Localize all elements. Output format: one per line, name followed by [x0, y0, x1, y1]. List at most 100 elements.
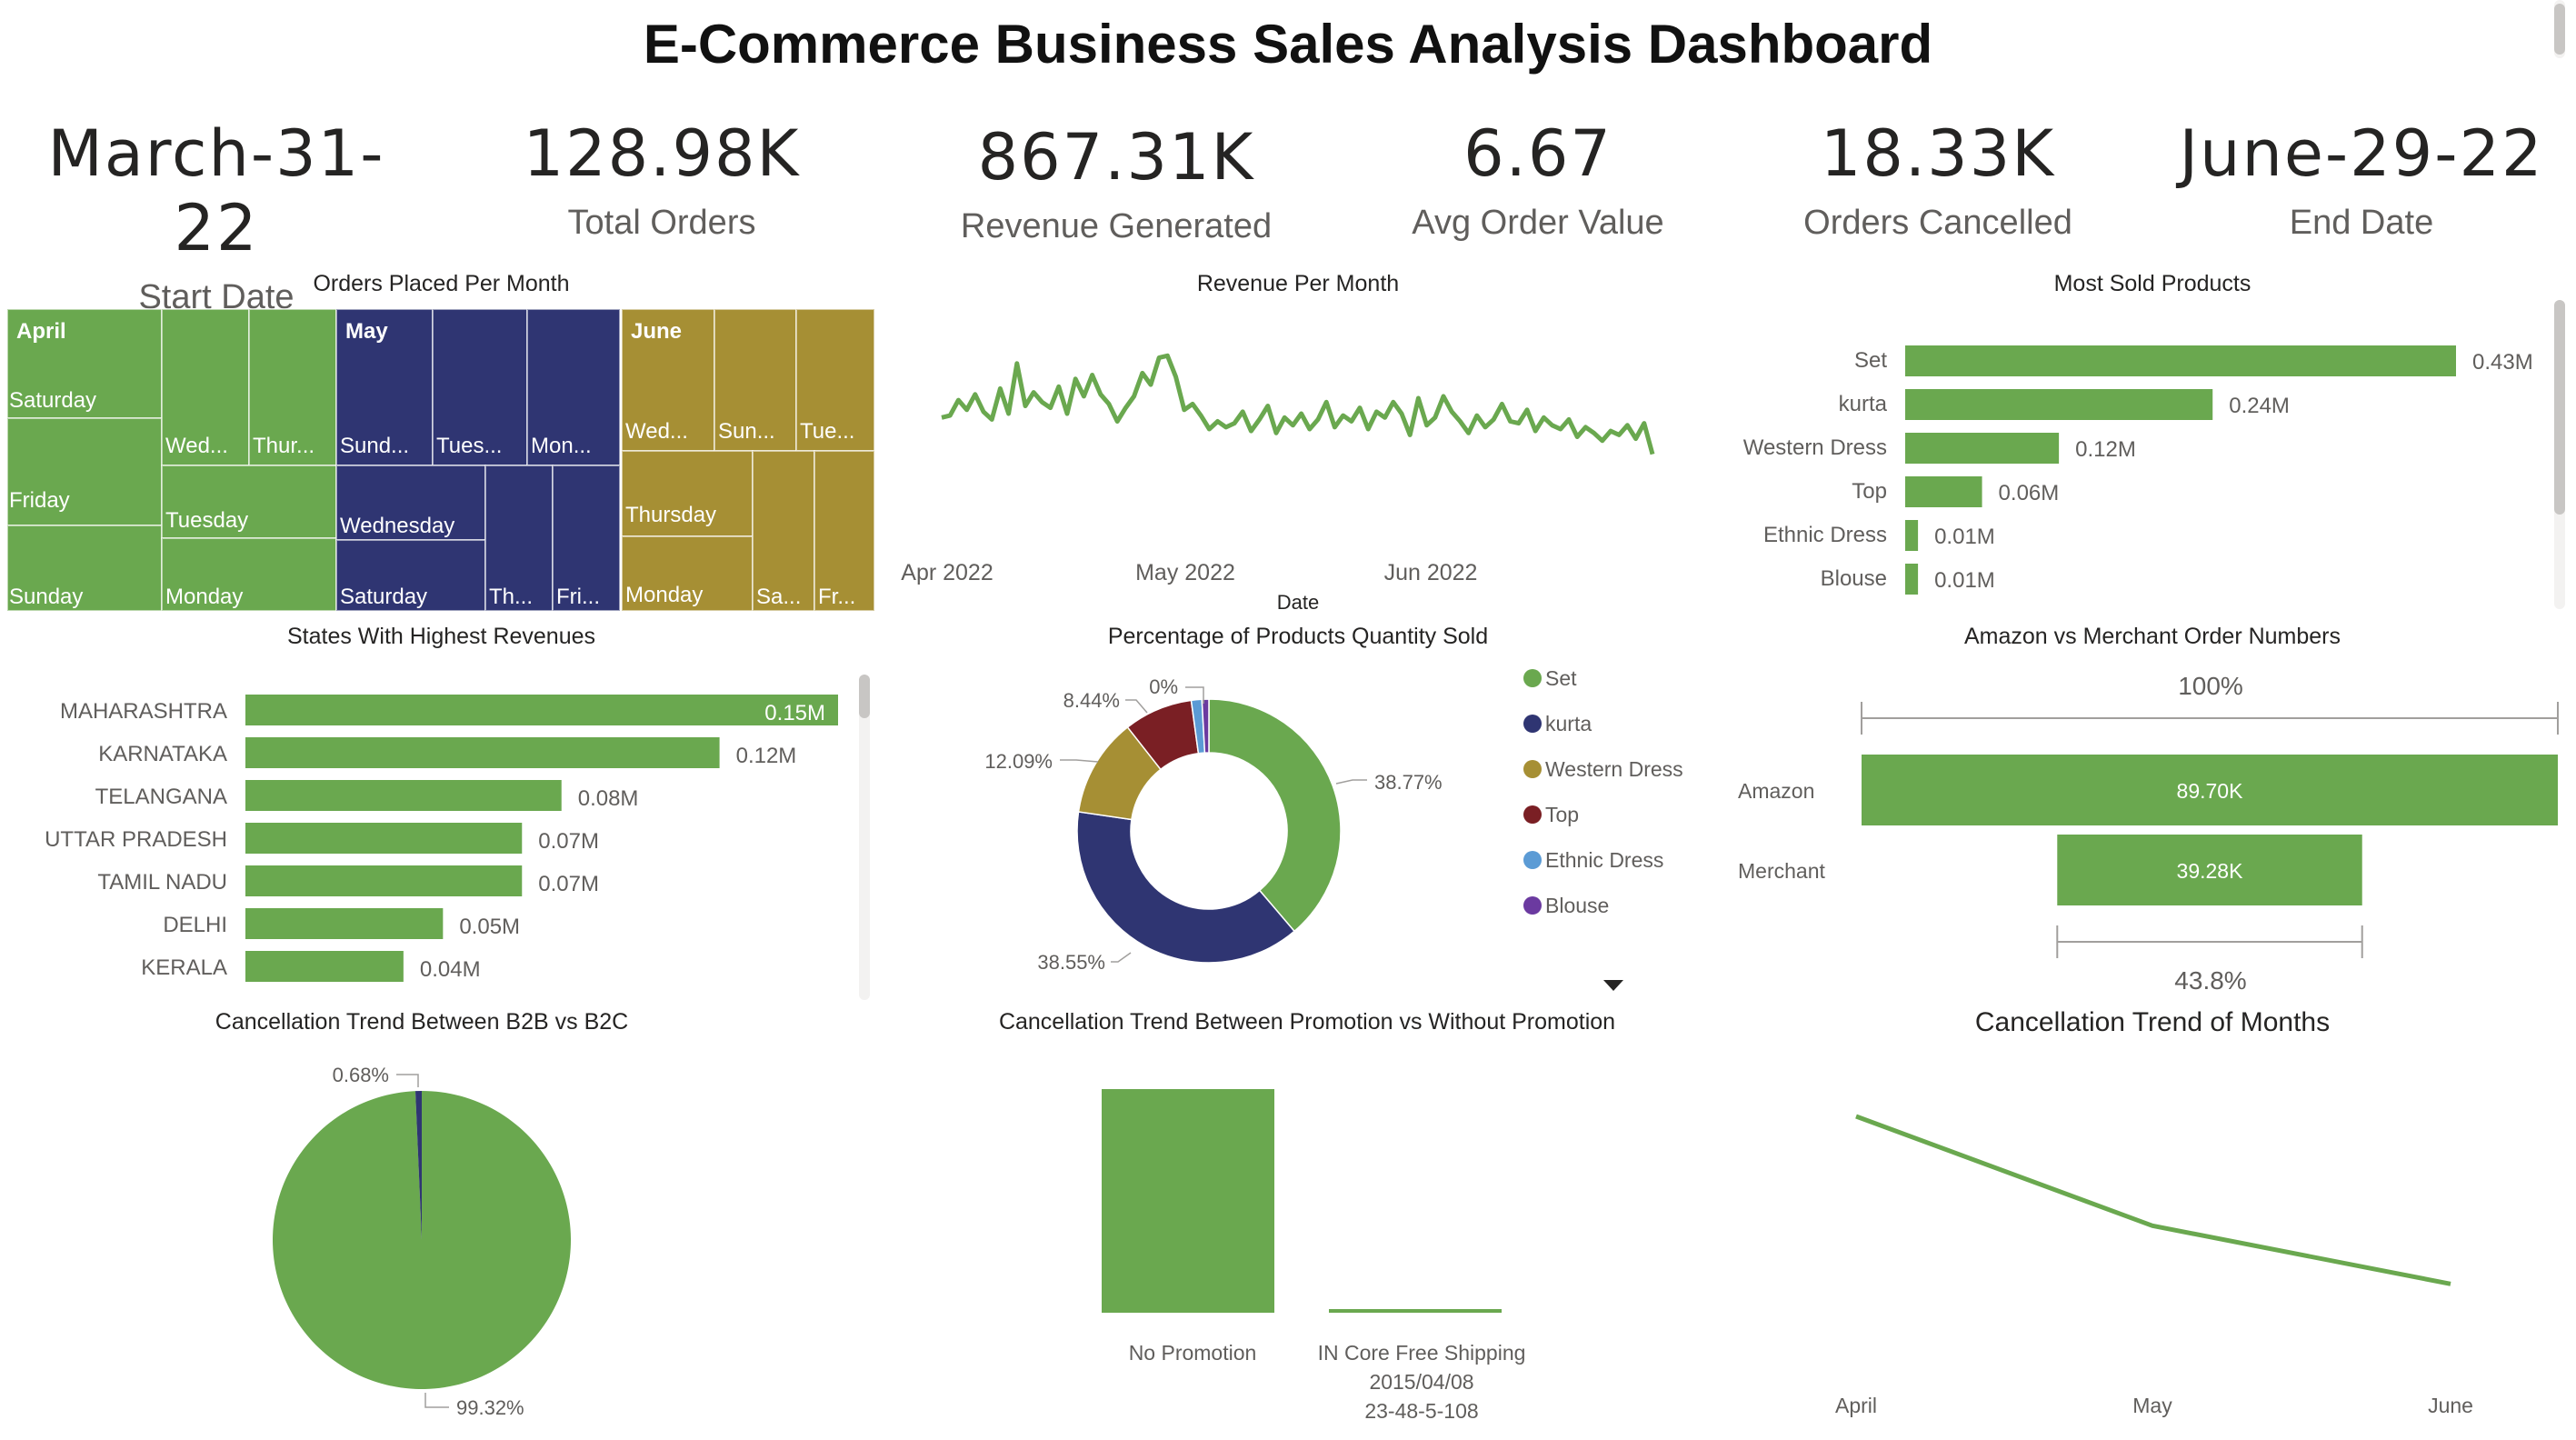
donut-leader-line — [1125, 699, 1148, 714]
months-cancellation-line — [1855, 1114, 2451, 1286]
treemap-cell-label: Sunday — [9, 585, 83, 609]
product-bar-value: 0.01M — [1934, 568, 1995, 593]
donut-legend-marker — [1523, 896, 1542, 915]
treemap-group-label: April — [16, 319, 66, 344]
product-bar-value: 0.24M — [2229, 394, 2290, 418]
legend-scroll-down-icon — [1603, 980, 1623, 991]
pie-data-label: 99.32% — [456, 1396, 524, 1419]
state-bar — [245, 865, 523, 896]
state-bar-category: KERALA — [141, 955, 227, 980]
donut-leader-line — [1111, 952, 1132, 963]
pie-slice-b2c — [273, 1091, 572, 1389]
product-bar — [1905, 433, 2060, 464]
donut-legend-marker — [1523, 851, 1542, 869]
state-bar — [245, 951, 404, 982]
product-bar-category: Blouse — [1821, 566, 1887, 591]
treemap-cell-label: Fr... — [818, 585, 855, 609]
donut-legend-marker — [1523, 715, 1542, 733]
promotion-bar — [1329, 1309, 1502, 1313]
states-scrollbar-thumb[interactable] — [859, 675, 870, 718]
promotion-category-label: 23-48-5-108 — [1364, 1399, 1478, 1423]
treemap-group-label: May — [345, 319, 388, 344]
months-x-tick: April — [1835, 1394, 1877, 1417]
pie-leader-line — [396, 1074, 419, 1087]
state-bar-category: DELHI — [163, 913, 227, 937]
product-bar-category: Top — [1852, 479, 1887, 504]
state-bar-value: 0.07M — [538, 872, 599, 896]
treemap-group-label: June — [631, 319, 682, 344]
donut-legend-marker — [1523, 760, 1542, 778]
treemap-cell-label: Tuesday — [165, 508, 248, 533]
most-sold-scrollbar[interactable] — [2554, 300, 2565, 609]
donut-leader-line — [1060, 759, 1099, 763]
donut-data-label: 38.55% — [1037, 951, 1105, 974]
donut-slice — [1076, 811, 1296, 964]
treemap-cell-label: Tue... — [800, 419, 854, 444]
product-bar-value: 0.01M — [1934, 525, 1995, 549]
donut-slice — [1208, 698, 1342, 933]
state-bar-category: KARNATAKA — [98, 742, 227, 766]
treemap-cell-label: Sa... — [756, 585, 801, 609]
treemap-cell-label: Wednesday — [340, 514, 454, 538]
treemap-cell-label: Friday — [9, 488, 70, 513]
funnel-category: Amazon — [1738, 779, 1814, 803]
product-bar-value: 0.43M — [2472, 350, 2533, 375]
treemap-cell-label: Thursday — [625, 503, 716, 527]
donut-legend-label: Ethnic Dress — [1545, 848, 1663, 872]
revenue-x-tick: Jun 2022 — [1384, 560, 1478, 585]
months-x-tick: May — [2132, 1394, 2172, 1417]
funnel-bar-value: 39.28K — [2177, 859, 2244, 883]
state-bar — [245, 780, 562, 811]
state-bar-value: 0.08M — [578, 786, 639, 811]
donut-legend-label: kurta — [1545, 712, 1592, 735]
treemap-cell-label: Monday — [165, 585, 243, 609]
treemap-cell-label: Tues... — [436, 434, 502, 458]
revenue-x-tick: Apr 2022 — [901, 560, 993, 585]
product-bar-value: 0.06M — [1999, 481, 2060, 505]
product-bar-category: kurta — [1839, 392, 1888, 416]
donut-legend-label: Top — [1545, 803, 1579, 826]
state-bar-value: 0.04M — [420, 957, 481, 982]
product-bar — [1905, 476, 1982, 507]
state-bar — [245, 737, 720, 768]
months-x-tick: June — [2428, 1394, 2473, 1417]
state-bar-category: TELANGANA — [95, 785, 227, 809]
state-bar-category: TAMIL NADU — [97, 870, 227, 895]
states-scrollbar[interactable] — [859, 675, 870, 1000]
product-bar — [1905, 345, 2456, 376]
pie-data-label: 0.68% — [333, 1064, 389, 1086]
donut-legend-marker — [1523, 805, 1542, 824]
funnel-bottom-percent: 43.8% — [2174, 966, 2246, 995]
donut-legend-label: Blouse — [1545, 894, 1609, 917]
treemap-cell-label: Sun... — [718, 419, 775, 444]
treemap-cell-label: Saturday — [340, 585, 427, 609]
promotion-bar — [1102, 1089, 1274, 1313]
treemap-cell-label: Th... — [489, 585, 533, 609]
donut-legend-label: Set — [1545, 666, 1577, 690]
state-bar — [245, 823, 523, 854]
state-bar-value: 0.15M — [764, 701, 825, 725]
donut-leader-line — [1335, 779, 1367, 785]
state-bar — [245, 908, 444, 939]
donut-data-label: 12.09% — [984, 750, 1053, 773]
treemap-cell-label: Saturday — [9, 388, 96, 413]
treemap-cell-label: Mon... — [531, 434, 592, 458]
state-bar-value: 0.05M — [459, 915, 520, 939]
revenue-x-tick: May 2022 — [1135, 560, 1235, 585]
page-scrollbar[interactable] — [2554, 0, 2565, 58]
donut-data-label: 38.77% — [1374, 771, 1443, 794]
funnel-bar-value: 89.70K — [2177, 779, 2244, 803]
page-scrollbar-thumb[interactable] — [2554, 4, 2565, 55]
most-sold-scrollbar-thumb[interactable] — [2554, 300, 2565, 515]
donut-data-label: 8.44% — [1063, 689, 1120, 712]
revenue-x-axis-label: Date — [1277, 591, 1319, 614]
treemap-cell-label: Thur... — [253, 434, 315, 458]
funnel-top-percent: 100% — [2178, 672, 2243, 700]
product-bar — [1905, 389, 2213, 420]
product-bar — [1905, 564, 1919, 595]
state-bar — [245, 695, 838, 725]
product-bar — [1905, 520, 1919, 551]
product-bar-value: 0.12M — [2075, 437, 2136, 462]
treemap-cell-label: Wed... — [625, 419, 688, 444]
donut-legend-marker — [1523, 669, 1542, 687]
